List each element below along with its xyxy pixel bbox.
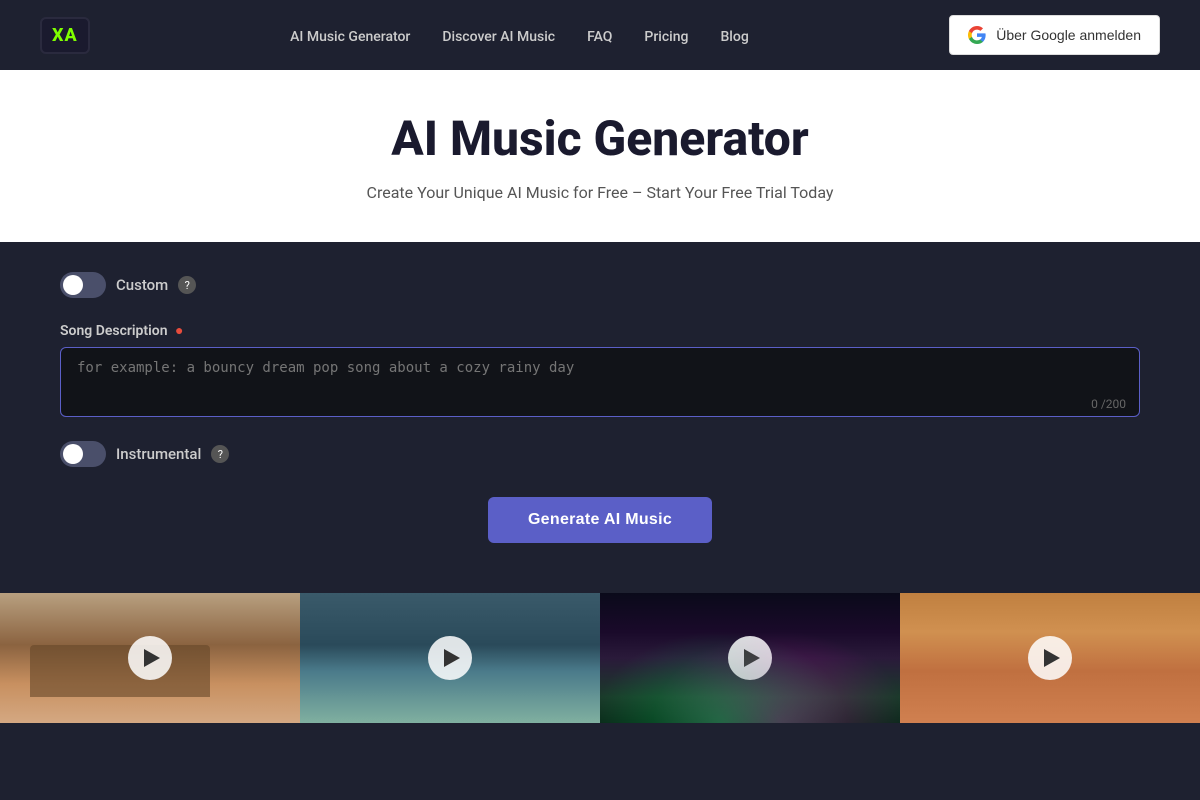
custom-slider [60,272,106,298]
char-count: 0 /200 [1091,397,1126,411]
hero-subtitle: Create Your Unique AI Music for Free – S… [20,183,1180,202]
instrumental-help-icon[interactable]: ? [211,445,229,463]
play-icon-desert [144,649,160,667]
play-button-mandala[interactable] [1028,636,1072,680]
nav-link-faq[interactable]: FAQ [587,29,612,45]
nav-link-pricing[interactable]: Pricing [644,29,688,45]
instrumental-toggle-row: Instrumental ? [60,441,1140,467]
song-description-input[interactable] [60,347,1140,417]
custom-label: Custom [116,276,168,294]
textarea-wrapper: 0 /200 [60,347,1140,421]
nav-link-blog[interactable]: Blog [720,29,748,45]
play-icon-frame [444,649,460,667]
google-icon [968,26,986,44]
gallery-item-desert [0,593,300,723]
main-content: Custom ? Song Description ● 0 /200 Instr… [0,242,1200,563]
song-description-label: Song Description ● [60,322,1140,339]
hero-section: AI Music Generator Create Your Unique AI… [0,70,1200,242]
google-signin-button[interactable]: Über Google anmelden [949,15,1160,55]
gallery-item-frame [300,593,600,723]
logo: XA [40,17,90,54]
gallery-item-city [600,593,900,723]
custom-toggle-row: Custom ? [60,272,1140,298]
play-button-city[interactable] [728,636,772,680]
gallery-item-mandala [900,593,1200,723]
required-indicator: ● [172,323,184,339]
play-button-frame[interactable] [428,636,472,680]
custom-help-icon[interactable]: ? [178,276,196,294]
play-button-desert[interactable] [128,636,172,680]
instrumental-label: Instrumental [116,445,201,463]
music-gallery [0,593,1200,723]
page-title: AI Music Generator [20,110,1180,167]
play-icon-city [744,649,760,667]
generate-section: Generate AI Music [60,497,1140,543]
instrumental-slider [60,441,106,467]
generate-button[interactable]: Generate AI Music [488,497,712,543]
instrumental-toggle[interactable] [60,441,106,467]
custom-toggle[interactable] [60,272,106,298]
google-signin-label: Über Google anmelden [996,27,1141,43]
navbar: XA AI Music Generator Discover AI Music … [0,0,1200,70]
nav-links: AI Music Generator Discover AI Music FAQ… [290,26,749,45]
nav-link-discover[interactable]: Discover AI Music [442,29,555,45]
play-icon-mandala [1044,649,1060,667]
nav-link-ai-music[interactable]: AI Music Generator [290,29,410,45]
